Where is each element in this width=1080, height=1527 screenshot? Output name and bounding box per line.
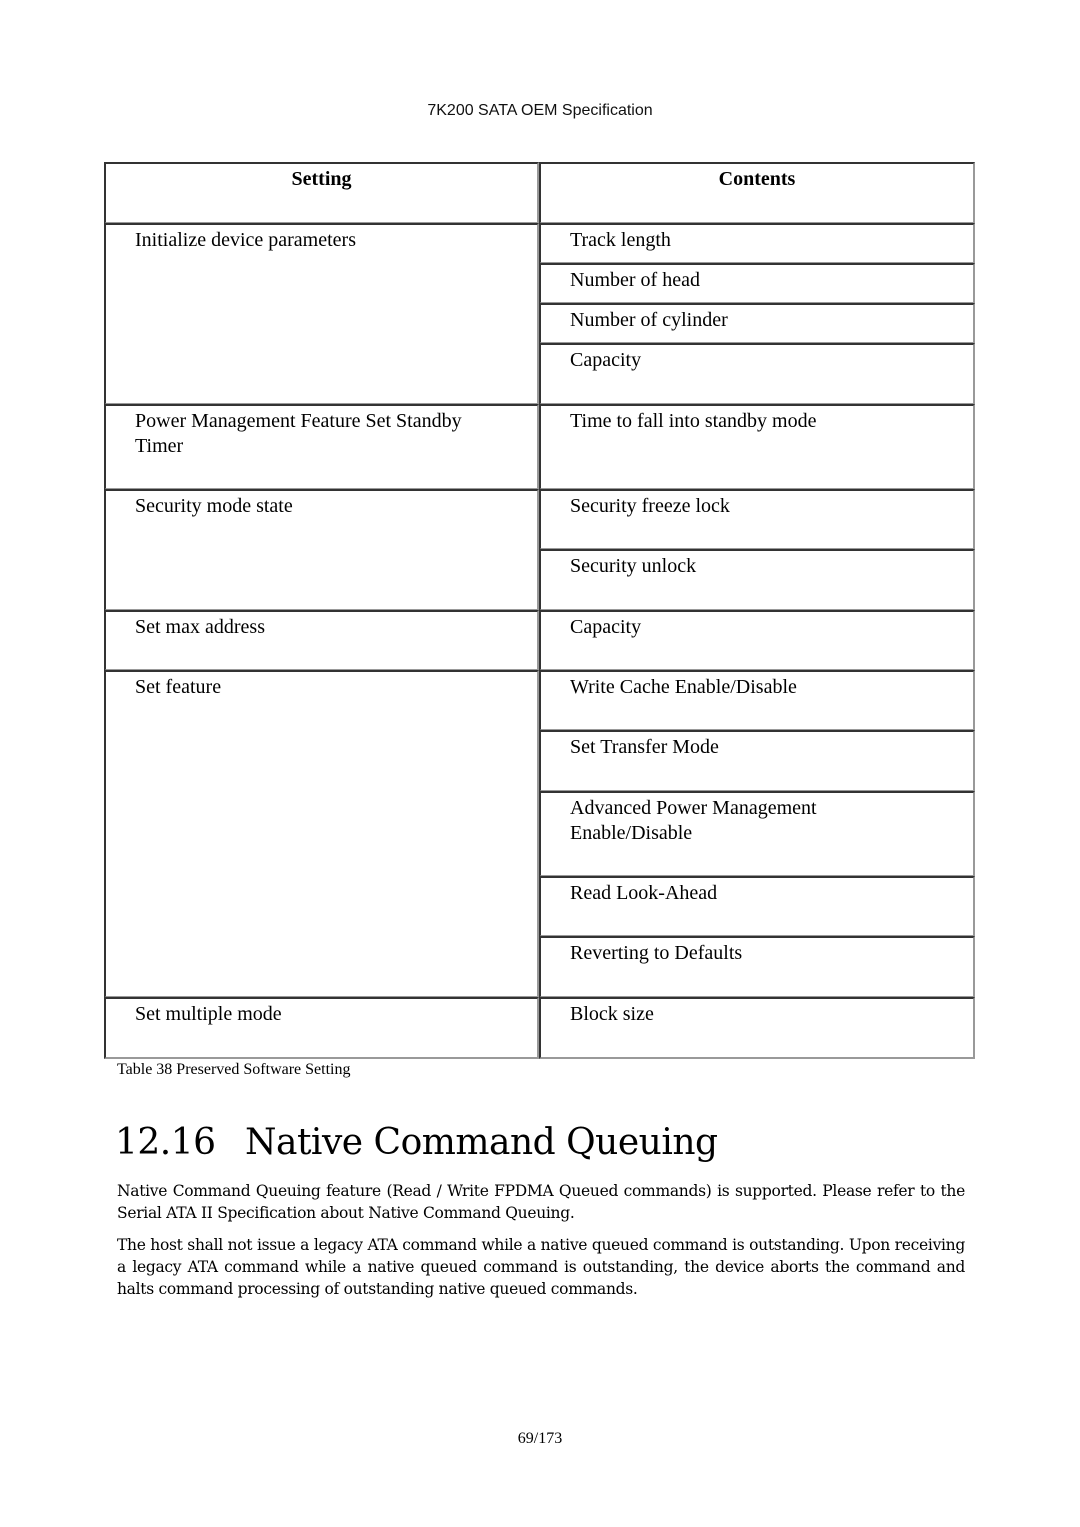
content-text: Time to fall into standby mode — [570, 410, 817, 432]
table-row-setting: Set feature — [104, 670, 539, 998]
content-text: Security freeze lock — [570, 495, 730, 517]
setting-text: Security mode state — [135, 495, 293, 517]
table-row-content: Capacity — [539, 343, 975, 405]
section-heading: 12.16 Native Command Queuing — [115, 1122, 718, 1163]
document-header: 7K200 SATA OEM Specification — [427, 102, 653, 119]
table-row-setting: Security mode state — [104, 489, 539, 611]
content-text: Block size — [570, 1003, 654, 1025]
content-text: Advanced Power Management Enable/Disable — [570, 797, 817, 844]
table-row-setting: Set multiple mode — [104, 997, 539, 1059]
page-number: 69/173 — [517, 1430, 563, 1447]
table-row-content: Capacity — [539, 610, 975, 671]
table-caption: Table 38 Preserved Software Setting — [117, 1061, 351, 1078]
table-row-content: Time to fall into standby mode — [539, 404, 975, 490]
content-text: Number of head — [570, 269, 700, 291]
content-text: Read Look-Ahead — [570, 882, 718, 904]
content-text: Capacity — [570, 349, 642, 371]
content-text: Reverting to Defaults — [570, 942, 743, 964]
preserved-software-setting-table: Setting Contents Initialize device param… — [104, 162, 975, 1059]
setting-text: Initialize device parameters — [135, 229, 356, 251]
setting-text: Set max address — [135, 616, 265, 638]
content-text: Capacity — [570, 616, 642, 638]
table-row-content: Block size — [539, 997, 975, 1059]
table-row-setting: Initialize device parameters — [104, 223, 539, 405]
table-row-content: Track length — [539, 223, 975, 264]
table-header-setting: Setting — [104, 162, 539, 224]
table-row-content: Read Look-Ahead — [539, 876, 975, 937]
table-row-setting: Power Management Feature Set Standby Tim… — [104, 404, 539, 490]
table-row-setting: Set max address — [104, 610, 539, 671]
header-label: Setting — [291, 168, 352, 190]
table-row-content: Reverting to Defaults — [539, 936, 975, 998]
table-row-content: Write Cache Enable/Disable — [539, 670, 975, 731]
setting-text: Set feature — [135, 676, 222, 698]
content-text: Track length — [570, 229, 671, 251]
content-text: Write Cache Enable/Disable — [570, 676, 797, 698]
table-row-content: Set Transfer Mode — [539, 730, 975, 792]
section-number: 12.16 — [115, 1122, 216, 1163]
content-text: Security unlock — [570, 555, 697, 577]
header-label: Contents — [718, 168, 796, 190]
table-row-content: Security freeze lock — [539, 489, 975, 550]
table-header-contents: Contents — [539, 162, 975, 224]
paragraph: The host shall not issue a legacy ATA co… — [117, 1236, 965, 1298]
paragraph: Native Command Queuing feature (Read / W… — [117, 1182, 965, 1222]
table-row-content: Advanced Power Management Enable/Disable — [539, 791, 975, 877]
table-row-content: Security unlock — [539, 549, 975, 611]
table-row-content: Number of cylinder — [539, 303, 975, 344]
section-title: Native Command Queuing — [245, 1122, 718, 1163]
table-row-content: Number of head — [539, 263, 975, 304]
setting-text: Set multiple mode — [135, 1003, 282, 1025]
content-text: Set Transfer Mode — [570, 736, 719, 758]
content-text: Number of cylinder — [570, 309, 728, 331]
setting-text: Power Management Feature Set Standby Tim… — [135, 410, 462, 457]
